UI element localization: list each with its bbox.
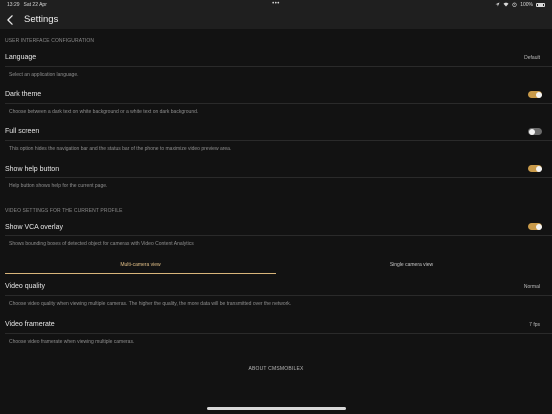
battery-percent: 100% [520, 2, 533, 8]
page-title: Settings [24, 14, 59, 25]
location-icon [495, 2, 500, 9]
divider [5, 235, 552, 236]
divider [5, 103, 552, 104]
video-quality-title: Video quality [5, 283, 45, 290]
video-framerate-title: Video framerate [5, 321, 55, 328]
status-time: 13:29 [7, 2, 20, 8]
section-header-ui: USER INTERFACE CONFIGURATION [5, 38, 95, 44]
video-framerate-description: Choose video framerate when viewing mult… [9, 339, 135, 345]
alarm-icon [512, 2, 517, 9]
language-title: Language [5, 54, 37, 61]
help-button-toggle[interactable] [528, 165, 542, 172]
status-date: Sat 22 Apr [23, 2, 47, 8]
status-right: 100% [495, 2, 545, 9]
full-screen-title: Full screen [5, 128, 40, 135]
toggle-knob [528, 128, 535, 135]
video-quality-value: Normal [523, 284, 540, 290]
divider [5, 333, 552, 334]
status-bar: 13:29 Sat 22 Apr ••• 100% [0, 0, 552, 10]
dark-theme-title: Dark theme [5, 91, 42, 98]
video-quality-description: Choose video quality when viewing multip… [9, 301, 292, 307]
vca-overlay-toggle[interactable] [528, 223, 542, 230]
toggle-knob [535, 165, 542, 172]
help-button-description: Help button shows help for the current p… [9, 183, 108, 189]
divider [5, 140, 552, 141]
back-button[interactable] [3, 10, 17, 29]
divider [5, 295, 552, 296]
help-button-title: Show help button [5, 166, 60, 173]
home-indicator[interactable] [207, 407, 346, 410]
vca-overlay-title: Show VCA overlay [5, 224, 63, 231]
wifi-icon [503, 2, 509, 9]
vca-overlay-description: Shows bounding boxes of detected object … [9, 241, 194, 247]
divider [5, 177, 552, 178]
toggle-knob [535, 91, 542, 98]
dark-theme-description: Choose between a dark text on white back… [9, 109, 199, 115]
dark-theme-toggle[interactable] [528, 91, 542, 98]
status-left: 13:29 Sat 22 Apr [7, 2, 47, 8]
chevron-left-icon [7, 14, 13, 25]
full-screen-description: This option hides the navigation bar and… [9, 146, 232, 152]
video-framerate-value: 7 fps [529, 322, 540, 328]
divider [5, 66, 552, 67]
about-link[interactable]: ABOUT CMSMOBILEX [0, 366, 552, 372]
battery-icon [536, 2, 545, 8]
language-value: Default [524, 55, 540, 61]
navigation-bar: Settings [0, 10, 552, 29]
section-header-video: VIDEO SETTINGS FOR THE CURRENT PROFILE [5, 208, 123, 214]
language-description: Select an application language. [9, 72, 79, 78]
toggle-knob [535, 223, 542, 230]
tab-active-indicator [5, 273, 276, 274]
multitasking-dots-icon[interactable]: ••• [272, 1, 280, 7]
full-screen-toggle[interactable] [528, 128, 542, 135]
tab-single-camera[interactable]: Single camera view [276, 259, 547, 275]
